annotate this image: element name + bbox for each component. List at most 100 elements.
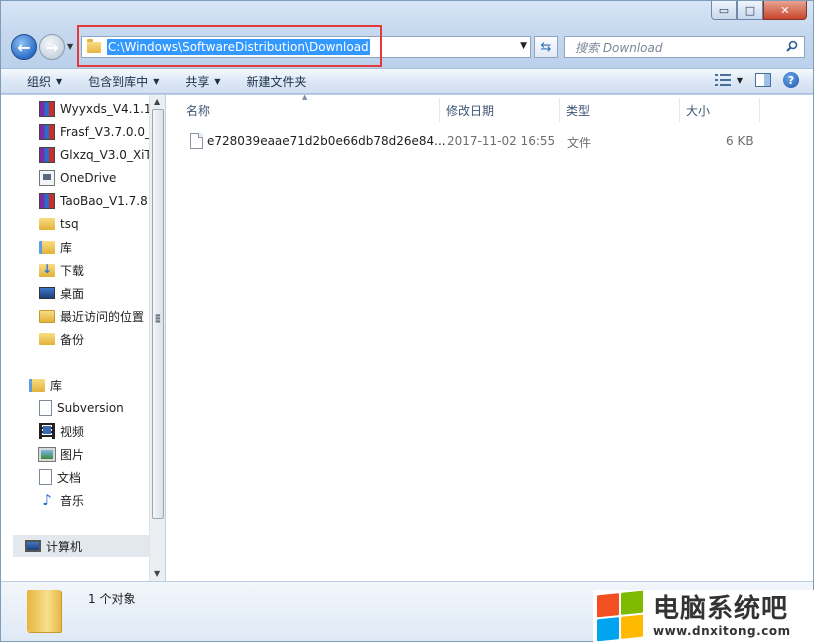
nav-item-label: tsq: [60, 217, 79, 231]
column-header-type[interactable]: 类型: [560, 98, 680, 122]
chevron-down-icon: ▼: [736, 75, 743, 85]
nav-item-label: 最近访问的位置: [60, 309, 145, 324]
refresh-button[interactable]: ⇆: [534, 36, 558, 58]
organize-menu[interactable]: 组织 ▼: [27, 73, 62, 90]
watermark-title: 电脑系统吧: [653, 594, 789, 624]
back-button[interactable]: ←: [11, 34, 37, 60]
search-input[interactable]: 搜索 Download: [564, 36, 805, 58]
scrollbar-thumb[interactable]: ▬ ▬ ▬: [152, 109, 164, 519]
nav-item-label: TaoBao_V1.7.8.: [60, 194, 149, 208]
help-icon[interactable]: ?: [783, 72, 799, 88]
search-icon[interactable]: [786, 40, 798, 52]
recent-places-icon: [39, 309, 55, 323]
watermark: 电脑系统吧 www.dnxitong.com: [593, 590, 814, 642]
folder-icon: [39, 218, 55, 230]
watermark-url: www.dnxitong.com: [653, 624, 791, 638]
nav-item[interactable]: OneDrive: [39, 167, 116, 189]
refresh-icon: ⇆: [540, 39, 552, 55]
nav-item[interactable]: Frasf_V3.7.0.0_X: [39, 121, 149, 143]
scroll-down-icon[interactable]: ▼: [154, 569, 160, 578]
logo-green-pane: [621, 590, 643, 615]
document-icon: [39, 469, 52, 485]
nav-item-label: 计算机: [46, 539, 83, 554]
document-icon: [39, 400, 52, 416]
music-icon: ♪: [42, 491, 52, 509]
close-button[interactable]: ✕: [763, 1, 807, 20]
include-in-library-label: 包含到库中: [88, 74, 149, 89]
view-controls: ▼ ?: [714, 72, 799, 88]
nav-library-item[interactable]: Subversion: [39, 397, 124, 419]
file-icon: [190, 133, 203, 149]
watermark-text: 电脑系统吧 www.dnxitong.com: [653, 594, 791, 638]
nav-item[interactable]: TaoBao_V1.7.8.: [39, 190, 149, 212]
column-header-modified[interactable]: 修改日期: [440, 98, 560, 122]
include-in-library-menu[interactable]: 包含到库中 ▼: [88, 73, 159, 90]
nav-item-label: 库: [60, 240, 73, 255]
nav-libraries-header[interactable]: 库: [29, 374, 62, 396]
minimize-button[interactable]: ▭: [711, 1, 737, 20]
nav-scrollbar[interactable]: ▲ ▬ ▬ ▬ ▼: [149, 95, 165, 581]
view-options-button[interactable]: ▼: [714, 74, 743, 86]
app-icon: [39, 170, 55, 186]
forward-button[interactable]: →: [39, 34, 65, 60]
nav-item-label: 桌面: [60, 286, 85, 301]
picture-icon: [38, 446, 56, 462]
nav-item-label: OneDrive: [60, 171, 117, 185]
library-icon: [29, 378, 45, 392]
folder-icon: [27, 590, 61, 632]
column-label: 类型: [566, 103, 591, 118]
navigation-pane: Wyyxds_V4.1.1.1 Frasf_V3.7.0.0_X Glxzq_V…: [1, 95, 165, 581]
nav-item[interactable]: 备份: [39, 328, 84, 350]
nav-computer[interactable]: 计算机: [13, 535, 149, 557]
rar-icon: [39, 124, 55, 140]
desktop-icon: [39, 287, 55, 299]
computer-icon: [25, 540, 41, 552]
nav-item[interactable]: 桌面: [39, 282, 84, 304]
nav-item[interactable]: 下载: [39, 259, 84, 281]
rar-icon: [39, 147, 55, 163]
caption-buttons: ▭ □ ✕: [711, 1, 807, 20]
logo-yellow-pane: [621, 614, 643, 639]
organize-label: 组织: [27, 74, 52, 89]
nav-library-item[interactable]: 图片: [38, 443, 85, 465]
column-header-size[interactable]: 大小: [680, 98, 760, 122]
video-icon: [39, 423, 55, 439]
nav-library-item[interactable]: ♪ 音乐: [39, 489, 84, 511]
chevron-down-icon: ▼: [153, 76, 160, 86]
recent-pages-dropdown[interactable]: ▼: [67, 42, 73, 51]
column-header-name[interactable]: 名称: [180, 98, 440, 122]
nav-item-label: 文档: [57, 470, 82, 485]
logo-blue-pane: [597, 617, 619, 642]
nav-library-item[interactable]: 文档: [39, 466, 81, 488]
maximize-button[interactable]: □: [737, 1, 763, 20]
file-modified: 2017-11-02 16:55: [447, 134, 556, 148]
arrow-right-icon: →: [45, 37, 59, 57]
nav-item-label: 下载: [60, 263, 85, 278]
scroll-up-icon[interactable]: ▲: [154, 97, 160, 106]
address-dropdown-icon[interactable]: ▼: [520, 41, 527, 51]
preview-pane-icon[interactable]: [755, 73, 771, 87]
file-name: e728039eaae71d2b0e66db78d26e84...: [207, 134, 446, 148]
rar-icon: [39, 101, 55, 117]
nav-item[interactable]: Wyyxds_V4.1.1.1: [39, 98, 149, 120]
nav-item[interactable]: 库: [39, 236, 72, 258]
nav-item-label: 音乐: [60, 493, 85, 508]
grip-icon: ▬ ▬ ▬: [155, 312, 161, 325]
file-type: 文件: [567, 136, 592, 150]
view-list-icon: [714, 74, 731, 86]
nav-item[interactable]: 最近访问的位置: [39, 305, 144, 327]
windows-logo-icon: [597, 590, 643, 642]
file-row[interactable]: e728039eaae71d2b0e66db78d26e84... 2017-1…: [186, 129, 786, 153]
new-folder-button[interactable]: 新建文件夹: [247, 73, 307, 90]
nav-item-label: 图片: [60, 447, 85, 462]
nav-item[interactable]: tsq: [39, 213, 79, 235]
nav-library-item[interactable]: 视频: [39, 420, 84, 442]
column-label: 名称: [186, 103, 211, 118]
share-menu[interactable]: 共享 ▼: [185, 73, 220, 90]
nav-item[interactable]: Glxzq_V3.0_XiTo: [39, 144, 149, 166]
column-label: 修改日期: [446, 103, 495, 118]
search-placeholder: 搜索 Download: [575, 40, 663, 55]
downloads-icon: [39, 262, 55, 277]
chevron-down-icon: ▼: [214, 76, 221, 86]
navigation-tree: Wyyxds_V4.1.1.1 Frasf_V3.7.0.0_X Glxzq_V…: [1, 95, 149, 581]
